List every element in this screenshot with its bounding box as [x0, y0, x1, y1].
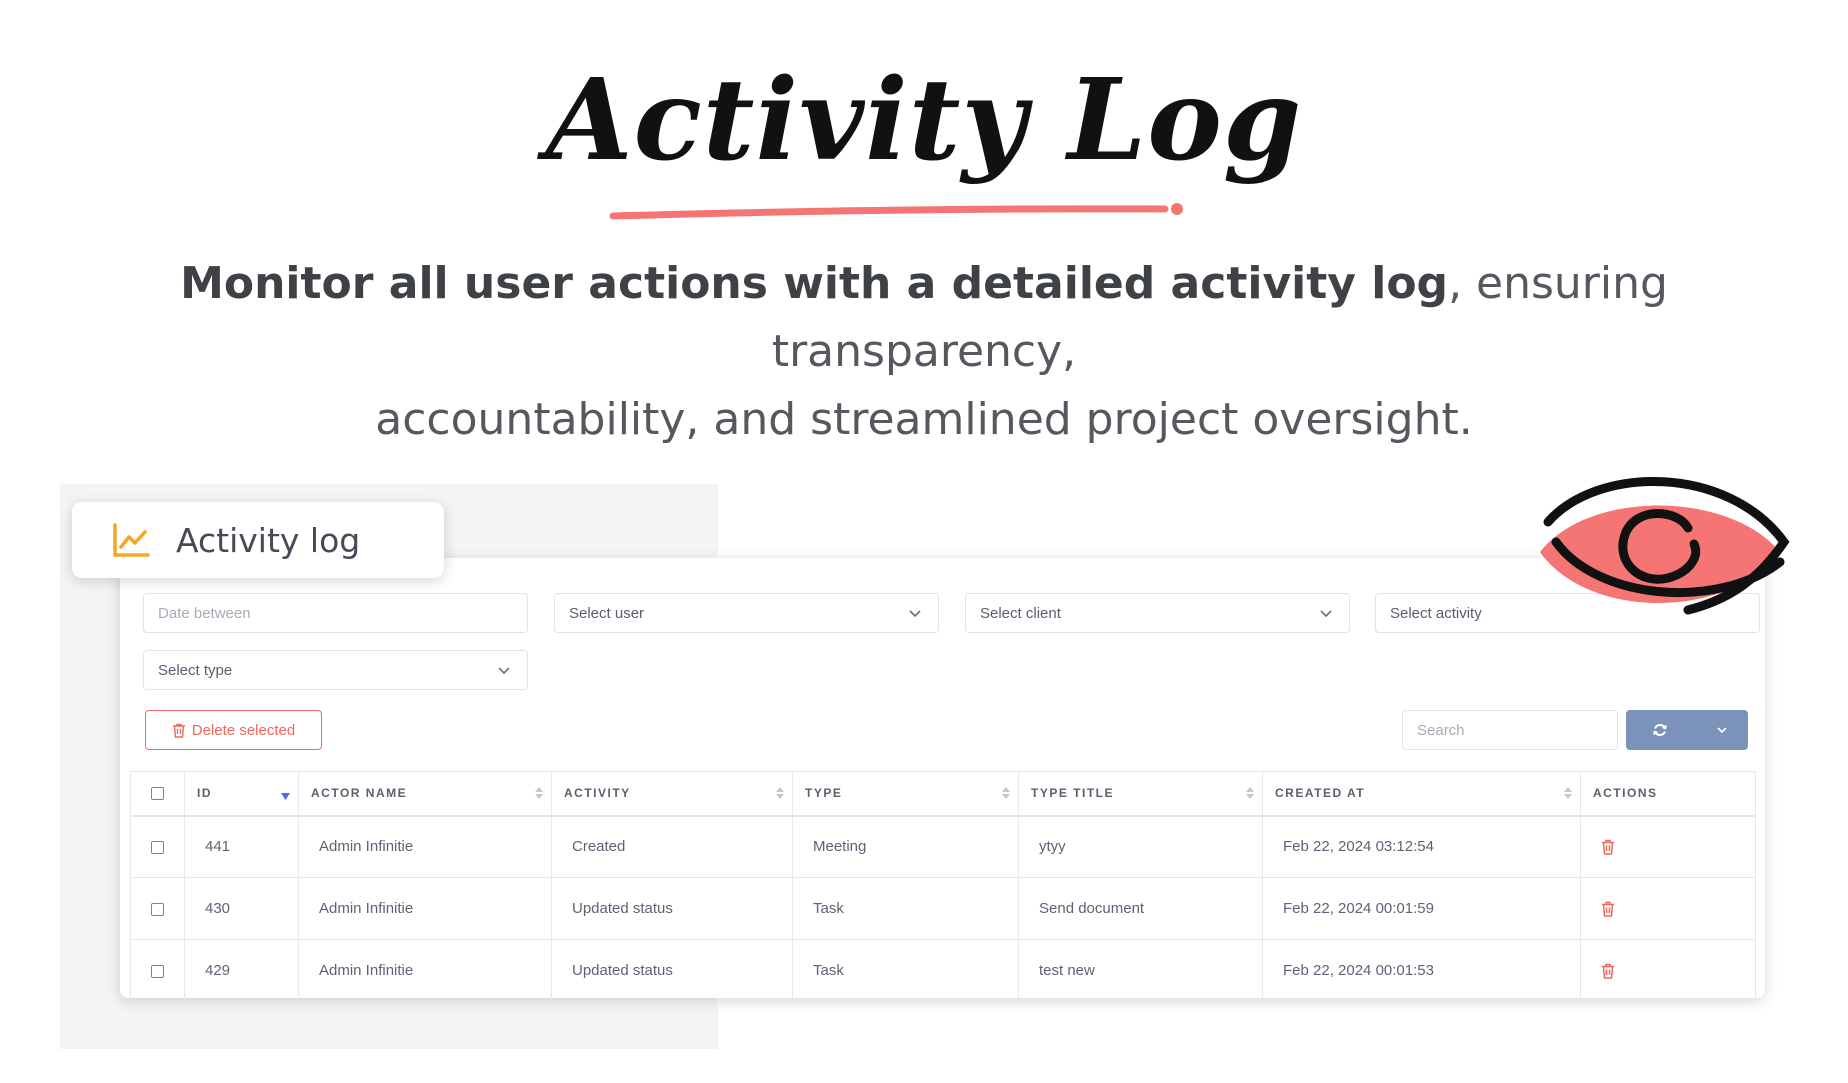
cell-actor: Admin Infinitie	[298, 939, 552, 1002]
refresh-button[interactable]	[1626, 710, 1748, 750]
column-type-title[interactable]: TYPE TITLE	[1018, 771, 1263, 817]
hero-subtitle: Monitor all user actions with a detailed…	[90, 250, 1758, 454]
column-created-at-label: CREATED AT	[1275, 786, 1366, 801]
hero-title: Activity Log	[545, 55, 1303, 186]
cell-type: Meeting	[792, 815, 1019, 878]
cell-actions	[1580, 877, 1756, 940]
select-user-dropdown[interactable]: Select user	[554, 593, 939, 633]
column-activity-label: ACTIVITY	[564, 786, 631, 801]
column-actions: ACTIONS	[1580, 771, 1756, 817]
row-checkbox[interactable]	[151, 902, 164, 916]
cell-type: Task	[792, 939, 1019, 1002]
select-client-dropdown[interactable]: Select client	[965, 593, 1350, 633]
sort-desc-icon	[281, 793, 290, 800]
cell-created-at: Feb 22, 2024 00:01:53	[1262, 939, 1581, 1002]
column-actions-label: ACTIONS	[1593, 786, 1658, 801]
delete-selected-label: Delete selected	[191, 721, 296, 739]
cell-activity: Updated status	[551, 939, 793, 1002]
column-id[interactable]: ID	[184, 771, 299, 817]
cell-id: 441	[184, 815, 299, 878]
hero-subtitle-line2: accountability, and streamlined project …	[375, 394, 1473, 445]
select-all-checkbox[interactable]	[151, 787, 164, 801]
cell-created-at: Feb 22, 2024 03:12:54	[1262, 815, 1581, 878]
sort-icon	[776, 787, 784, 799]
row-checkbox-cell	[130, 815, 185, 878]
activity-table: ID ACTOR NAME ACTIVITY TYPE TYPE TITLE C…	[130, 771, 1756, 1002]
search-placeholder: Search	[1417, 721, 1465, 739]
cell-id: 429	[184, 939, 299, 1002]
column-id-label: ID	[197, 786, 212, 801]
table-row: 430 Admin Infinitie Updated status Task …	[130, 877, 1756, 940]
table-row: 441 Admin Infinitie Created Meeting ytyy…	[130, 815, 1756, 878]
table-row: 429 Admin Infinitie Updated status Task …	[130, 939, 1756, 1002]
column-type-label: TYPE	[805, 786, 843, 801]
trash-icon[interactable]	[1601, 901, 1615, 917]
cell-type-title: ytyy	[1018, 815, 1263, 878]
sort-icon	[1564, 787, 1572, 799]
cell-activity: Created	[551, 815, 793, 878]
cell-type: Task	[792, 877, 1019, 940]
module-header: Activity log	[72, 502, 444, 578]
column-type-title-label: TYPE TITLE	[1031, 786, 1115, 801]
select-client-label: Select client	[980, 604, 1061, 622]
eye-icon	[1540, 477, 1790, 615]
select-activity-label: Select activity	[1390, 604, 1482, 622]
cell-created-at: Feb 22, 2024 00:01:59	[1262, 877, 1581, 940]
trash-icon[interactable]	[1601, 963, 1615, 979]
hero-subtitle-bold: Monitor all user actions with a detailed…	[180, 258, 1449, 309]
cell-actions	[1580, 815, 1756, 878]
module-title: Activity log	[176, 520, 361, 560]
row-checkbox-cell	[130, 939, 185, 1002]
column-actor-name[interactable]: ACTOR NAME	[298, 771, 552, 817]
row-checkbox-cell	[130, 877, 185, 940]
chevron-down-icon	[498, 667, 510, 675]
select-type-label: Select type	[158, 661, 233, 679]
select-type-dropdown[interactable]: Select type	[143, 650, 528, 690]
cell-id: 430	[184, 877, 299, 940]
cell-actor: Admin Infinitie	[298, 815, 552, 878]
cell-actions	[1580, 939, 1756, 1002]
sort-icon	[535, 787, 543, 799]
select-user-label: Select user	[569, 604, 645, 622]
row-checkbox[interactable]	[151, 840, 164, 854]
row-checkbox[interactable]	[151, 964, 164, 978]
line-chart-icon	[113, 523, 150, 557]
sort-icon	[1002, 787, 1010, 799]
cell-type-title: Send document	[1018, 877, 1263, 940]
refresh-icon	[1653, 724, 1667, 736]
trash-icon	[172, 723, 185, 738]
date-range-placeholder: Date between	[158, 604, 251, 622]
chevron-down-icon	[1320, 610, 1332, 618]
cell-activity: Updated status	[551, 877, 793, 940]
trash-icon[interactable]	[1601, 839, 1615, 856]
search-input[interactable]: Search	[1402, 710, 1618, 750]
cell-type-title: test new	[1018, 939, 1263, 1002]
column-type[interactable]: TYPE	[792, 771, 1019, 817]
select-all-cell	[130, 771, 185, 817]
cell-actor: Admin Infinitie	[298, 877, 552, 940]
column-activity[interactable]: ACTIVITY	[551, 771, 793, 817]
table-header-row: ID ACTOR NAME ACTIVITY TYPE TYPE TITLE C…	[130, 771, 1756, 817]
sort-icon	[1246, 787, 1254, 799]
title-underline-decoration	[609, 203, 1183, 220]
chevron-down-icon	[909, 610, 921, 618]
delete-selected-button[interactable]: Delete selected	[145, 710, 322, 750]
date-range-input[interactable]: Date between	[143, 593, 528, 633]
chevron-down-icon[interactable]	[1716, 724, 1728, 736]
column-actor-label: ACTOR NAME	[311, 786, 408, 801]
column-created-at[interactable]: CREATED AT	[1262, 771, 1581, 817]
